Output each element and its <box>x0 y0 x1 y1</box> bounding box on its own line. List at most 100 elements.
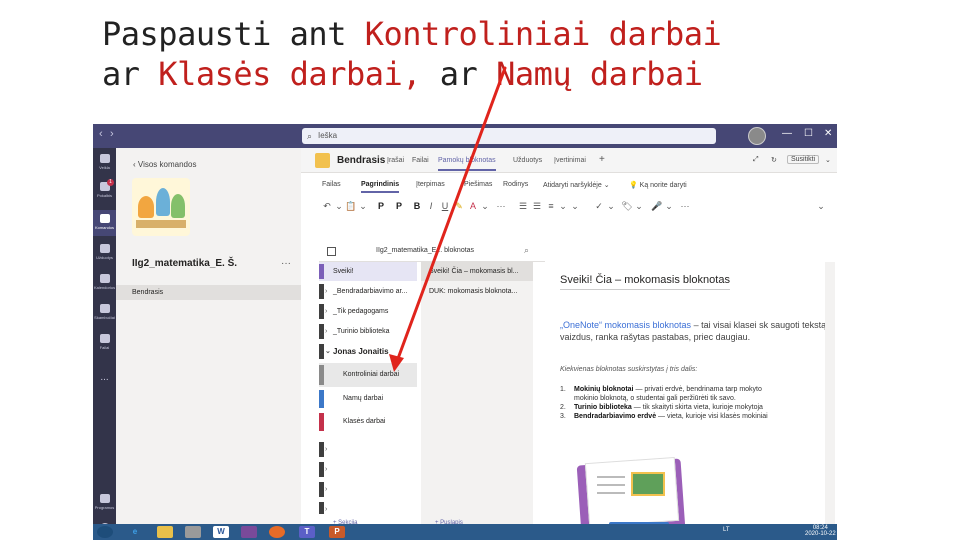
app-icon[interactable] <box>185 526 201 538</box>
tab-pamoku-bloknotas[interactable]: Pamokų bloknotas <box>438 157 496 171</box>
rail-item-pokalbis[interactable]: 1 Pokalbis <box>93 179 116 199</box>
chevron-down-icon[interactable]: ⌄ <box>663 200 675 212</box>
ribbon-toolbar: ↶ ⌄ 📋 ⌄ P P B I U ✎ A ⌄ ··· ☰ ☰ ≡ ⌄ ⌄ ✓ … <box>301 195 837 217</box>
page-item[interactable]: DUK: mokomasis bloknota... <box>421 282 533 301</box>
clipboard-icon[interactable]: 📋 <box>345 200 357 212</box>
onenote-link[interactable]: „OneNote“ mokomasis bloknotas <box>560 320 691 330</box>
minimize-icon[interactable]: — <box>782 128 792 139</box>
numbered-list-icon[interactable]: ☰ <box>531 200 543 212</box>
section-namu-darbai[interactable]: Namų darbai <box>319 388 417 410</box>
section-sveiki[interactable]: Sveiki! <box>319 262 417 281</box>
title-bar: ‹ › ⌕ Ieška — ☐ ✕ <box>93 124 837 148</box>
tab-ivertinimai[interactable]: Įvertinimai <box>554 157 586 164</box>
notebook-icon[interactable] <box>327 247 336 256</box>
section-turinio-biblioteka[interactable]: › _Turinio biblioteka <box>319 322 417 341</box>
rail-item-kalendorius[interactable]: Kalendorius <box>93 274 116 291</box>
language-indicator[interactable]: LT <box>723 527 730 533</box>
forward-arrow-icon[interactable]: › <box>110 128 114 140</box>
section-item[interactable]: › <box>319 500 417 516</box>
rail-item-skambuciai[interactable]: Skambučiai <box>93 304 116 321</box>
chevron-down-icon[interactable]: ⌄ <box>825 156 831 164</box>
chevron-down-icon[interactable]: ⌄ <box>357 200 369 212</box>
rail-label: Failai <box>99 345 110 350</box>
ribbon-tab-failas[interactable]: Failas <box>322 181 341 188</box>
add-tab-icon[interactable]: + <box>599 154 605 165</box>
rail-item-failai[interactable]: Failai <box>93 334 116 351</box>
notebook-header: IIg2_matematika_E... bloknotas ⌕ <box>319 242 545 262</box>
rail-item-programos[interactable]: Programos <box>93 494 116 511</box>
back-to-teams-link[interactable]: ‹ Visos komandos <box>133 160 196 169</box>
section-bendradarbiavimo[interactable]: › _Bendradarbiavimo ar... <box>319 282 417 301</box>
section-item[interactable]: › <box>319 480 417 499</box>
tag-icon[interactable]: 🏷 <box>621 200 633 212</box>
avatar[interactable] <box>748 127 766 145</box>
ribbon-tab-piesimas[interactable]: Piešimas <box>464 181 492 188</box>
firefox-icon[interactable] <box>269 526 285 538</box>
more-icon[interactable]: ··· <box>495 200 507 212</box>
underline-icon[interactable]: U <box>439 200 451 212</box>
file-explorer-icon[interactable] <box>157 526 173 538</box>
italic-icon[interactable]: I <box>425 200 437 212</box>
bullet-list-icon[interactable]: ☰ <box>517 200 529 212</box>
rail-item-veikla[interactable]: Veikla <box>93 154 116 171</box>
open-in-browser-button[interactable]: Atidaryti naršyklėje ⌄ <box>543 181 610 189</box>
search-input[interactable]: ⌕ Ieška <box>302 128 716 144</box>
section-klases-darbai[interactable]: Klasės darbai <box>319 411 417 433</box>
expand-icon[interactable]: ⤢ <box>753 156 759 164</box>
chevron-down-icon[interactable]: ⌄ <box>605 200 617 212</box>
maximize-icon[interactable]: ☐ <box>804 128 813 139</box>
close-icon[interactable]: ✕ <box>824 128 832 139</box>
rail-item-uzduotys[interactable]: Užduotys <box>93 244 116 261</box>
font-color-icon[interactable]: A <box>467 200 479 212</box>
page-canvas[interactable]: Sveiki! Čia – mokomasis bloknotas „OneNo… <box>539 262 837 540</box>
align-icon[interactable]: ≡ <box>545 200 557 212</box>
search-icon[interactable]: ⌕ <box>524 245 529 256</box>
ribbon-tab-pagrindinis[interactable]: Pagrindinis <box>361 181 400 193</box>
start-icon[interactable] <box>97 526 113 538</box>
refresh-icon[interactable]: ↻ <box>771 156 777 164</box>
checkbox-tag-icon[interactable]: ✓ <box>593 200 605 212</box>
list-item-continuation: mokinio bloknotą, o studentai gali perži… <box>560 394 837 403</box>
tab-irasai[interactable]: Įrašai <box>387 157 404 164</box>
clock[interactable]: 08:24 2020-10-22 <box>805 525 836 537</box>
internet-explorer-icon[interactable]: e <box>127 526 143 538</box>
chevron-down-icon[interactable]: ⌄ <box>557 200 569 212</box>
tab-failai[interactable]: Failai <box>412 157 429 164</box>
teams-icon[interactable]: T <box>299 526 315 538</box>
scrollbar[interactable] <box>825 262 835 540</box>
ribbon-tab-rodinys[interactable]: Rodinys <box>503 181 528 188</box>
page-item[interactable]: Sveiki! Čia – mokomasis bl... <box>421 262 533 281</box>
channel-item-bendrasis[interactable]: Bendrasis <box>116 285 301 300</box>
bold-icon[interactable]: B <box>411 200 423 212</box>
section-item[interactable]: › <box>319 440 417 459</box>
paragraph-icon[interactable]: P <box>375 200 387 212</box>
rail-item-komandos[interactable]: Komandos <box>93 210 116 236</box>
section-label: _Tik pedagogams <box>333 308 389 315</box>
section-tik-pedagogams[interactable]: › _Tik pedagogams <box>319 302 417 321</box>
search-icon: ⌕ <box>307 131 313 141</box>
word-icon[interactable]: W <box>213 526 229 538</box>
app-icon[interactable] <box>241 526 257 538</box>
section-group-jonas-jonaitis[interactable]: ⌄ Jonas Jonaitis <box>319 342 417 361</box>
more-icon[interactable]: ... <box>93 372 116 383</box>
undo-icon[interactable]: ↶ <box>321 200 333 212</box>
style-icon[interactable]: P <box>393 200 405 212</box>
chevron-down-icon[interactable]: ⌄ <box>479 200 491 212</box>
ribbon-tab-iterpimas[interactable]: Įterpimas <box>416 181 445 188</box>
more-icon[interactable]: ··· <box>679 200 691 212</box>
section-item[interactable]: › <box>319 460 417 479</box>
collapse-ribbon-icon[interactable]: ⌄ <box>815 200 827 212</box>
section-kontroliniai-darbai[interactable]: Kontroliniai darbai <box>319 363 417 387</box>
tab-uzduotys[interactable]: Užduotys <box>513 157 542 164</box>
back-arrow-icon[interactable]: ‹ <box>99 128 103 140</box>
chevron-down-icon[interactable]: ⌄ <box>633 200 645 212</box>
dictate-icon[interactable]: 🎤 <box>651 200 663 212</box>
chevron-down-icon[interactable]: ⌄ <box>569 200 581 212</box>
highlight-icon[interactable]: ✎ <box>453 200 465 212</box>
chevron-down-icon[interactable]: ⌄ <box>333 200 345 212</box>
meet-button[interactable]: Susitikti <box>787 155 820 164</box>
notebook-name[interactable]: IIg2_matematika_E... bloknotas <box>376 247 474 254</box>
tell-me-search[interactable]: 💡 Ką norite daryti <box>629 181 687 189</box>
powerpoint-icon[interactable]: P <box>329 526 345 538</box>
team-more-icon[interactable]: ··· <box>281 258 291 269</box>
